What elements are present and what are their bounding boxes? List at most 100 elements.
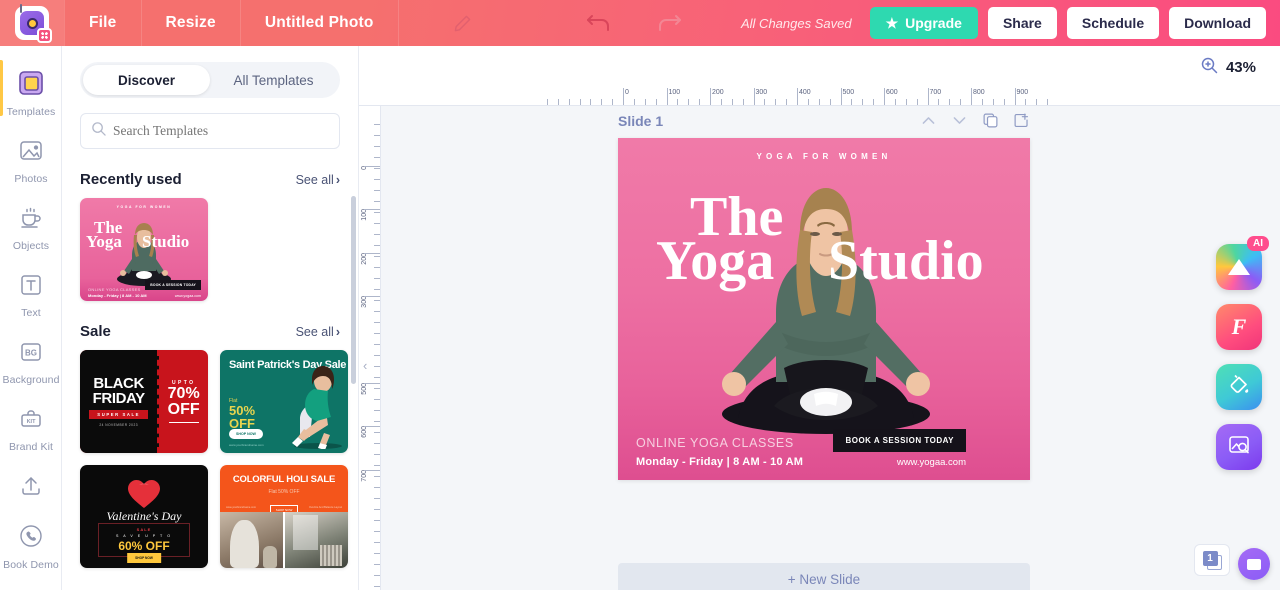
sidebar-item-brand-kit[interactable]: KIT Brand Kit [0, 394, 62, 461]
panel-tabs: Discover All Templates [80, 62, 340, 98]
bf-line1: BLACK [93, 375, 144, 392]
ruler-tick-label: 200 [361, 253, 368, 265]
thumb-hours: Monday - Friday | 8 AM - 10 AM [88, 293, 147, 298]
canvas-title-2: Yoga [656, 230, 775, 292]
ruler-tick-label: 300 [361, 296, 368, 308]
stage-toolbar: 43% [359, 46, 1280, 88]
val-sale: SALE [136, 527, 152, 532]
menu-file[interactable]: File [64, 0, 141, 46]
font-glyph-icon: F [1231, 314, 1247, 339]
move-slide-down-button[interactable] [951, 112, 968, 129]
sidebar-item-upload[interactable] [0, 461, 62, 511]
fill-color-tool[interactable] [1216, 364, 1262, 410]
schedule-button[interactable]: Schedule [1066, 7, 1160, 39]
sp-cta: SHOP NOW [229, 429, 263, 439]
template-thumb-yoga-studio[interactable]: YOGA FOR WOMEN The Yoga Studio ONLINE YO… [80, 198, 208, 301]
template-thumb-valentines[interactable]: Valentine's Day SALE S A V E U P T O 60%… [80, 465, 208, 568]
ruler-tick-label: 500 [361, 383, 368, 395]
slide-header: Slide 1 [618, 112, 1030, 129]
document-title[interactable]: Untitled Photo [239, 0, 399, 46]
download-button[interactable]: Download [1169, 7, 1266, 39]
see-all-sale[interactable]: See all › [296, 325, 340, 339]
recently-used-thumbs: YOGA FOR WOMEN The Yoga Studio ONLINE YO… [80, 198, 340, 301]
zoom-level: 43% [1225, 58, 1256, 76]
bf-off: OFF [167, 401, 200, 418]
thumb-url: www.yogaa.com [174, 294, 201, 298]
pencil-icon[interactable] [443, 0, 483, 46]
star-icon: ★ [885, 14, 899, 31]
holi-url: www.yourbrandname.com [226, 506, 256, 509]
section-header-sale: Sale See all › [80, 323, 340, 340]
design-canvas[interactable]: YOGA FOR WOMEN The Yoga Studio ONLINE YO… [618, 138, 1030, 480]
sidebar-item-text[interactable]: Text [0, 260, 62, 327]
search-templates-box[interactable] [80, 113, 340, 149]
add-slide-button[interactable] [1013, 112, 1030, 129]
template-thumb-black-friday[interactable]: BLACK FRIDAY SUPER SALE 24 NOVEMBER 2023… [80, 350, 208, 453]
font-tool[interactable]: F [1216, 304, 1262, 350]
chat-bubble-icon [1247, 558, 1261, 570]
sp-model-photo [292, 366, 342, 449]
zoom-in-icon [1200, 56, 1218, 79]
upload-icon [19, 471, 43, 501]
sidebar-item-background[interactable]: BG Background [0, 327, 62, 394]
sidebar-item-label: Book Demo [3, 559, 59, 571]
move-slide-up-button[interactable] [920, 112, 937, 129]
new-slide-button[interactable]: + New Slide [618, 563, 1030, 590]
text-icon [19, 270, 43, 300]
share-button[interactable]: Share [987, 7, 1057, 39]
val-percent: 60% OFF [118, 539, 170, 553]
ruler-tick-label: 800 [973, 89, 985, 96]
photos-icon [18, 136, 44, 166]
sidebar-item-label: Templates [6, 106, 56, 118]
sidebar-item-book-demo[interactable]: Book Demo [0, 511, 62, 579]
template-thumb-holi[interactable]: COLORFUL HOLI SALE Flat 50% OFF SHOP NOW… [220, 465, 348, 568]
page-count-button[interactable]: 1 [1194, 544, 1230, 576]
objects-icon [18, 203, 44, 233]
ai-image-tool[interactable]: AI [1216, 236, 1269, 290]
app-logo[interactable] [0, 0, 64, 46]
search-input[interactable] [113, 123, 329, 139]
section-title: Recently used [80, 171, 182, 188]
menu-resize[interactable]: Resize [140, 0, 240, 46]
slide-label: Slide 1 [618, 112, 664, 129]
template-thumb-saint-patricks[interactable]: Saint Patrick's Day Sale Flat 50% OFF SH… [220, 350, 348, 453]
ruler-tick-label: 600 [886, 89, 898, 96]
duplicate-slide-button[interactable] [982, 112, 999, 129]
zoom-control[interactable]: 43% [1200, 56, 1256, 79]
sidebar-item-label: Background [2, 374, 60, 386]
tab-all-templates[interactable]: All Templates [210, 65, 337, 95]
chat-support-button[interactable] [1238, 548, 1270, 580]
thumb-person-photo [117, 223, 171, 286]
canvas-kicker: YOGA FOR WOMEN [756, 152, 892, 161]
sidebar-item-templates[interactable]: Templates [0, 58, 62, 126]
page-count-label: 1 [1202, 550, 1218, 566]
heart-icon [128, 480, 160, 508]
image-search-icon [1227, 433, 1251, 462]
tab-discover[interactable]: Discover [83, 65, 210, 95]
bf-percent: 70% [167, 384, 200, 402]
sidebar-item-objects[interactable]: Objects [0, 193, 62, 260]
undo-icon[interactable] [579, 0, 619, 46]
see-all-recently-used[interactable]: See all › [296, 173, 340, 187]
sale-thumbs-row-2: Valentine's Day SALE S A V E U P T O 60%… [80, 465, 348, 568]
canvas-url: www.yogaa.com [896, 457, 966, 468]
canvas-info: ONLINE YOGA CLASSES [636, 436, 794, 450]
templates-panel: Discover All Templates Recently used See… [62, 46, 359, 590]
redo-icon[interactable] [649, 0, 689, 46]
upgrade-button[interactable]: ★ Upgrade [869, 7, 978, 39]
sidebar-item-photos[interactable]: Photos [0, 126, 62, 193]
val-save: S A V E U P T O [116, 534, 172, 538]
section-header-recently-used: Recently used See all › [80, 171, 340, 188]
background-icon: BG [19, 337, 43, 367]
holi-flat: Flat 50% OFF [268, 489, 300, 495]
thumb-kicker: YOGA FOR WOMEN [116, 205, 172, 209]
ruler-tick-label: 500 [842, 89, 855, 96]
ruler-tick-label: 0 [625, 89, 629, 96]
collapse-panel-chevron-icon[interactable]: ‹ [363, 358, 367, 373]
image-search-tool[interactable] [1216, 424, 1262, 470]
holi-images [220, 512, 348, 568]
templates-icon [18, 68, 44, 98]
phone-icon [18, 521, 44, 551]
ruler-tick-label: 400 [799, 89, 811, 96]
panel-scrollbar[interactable] [351, 196, 356, 384]
